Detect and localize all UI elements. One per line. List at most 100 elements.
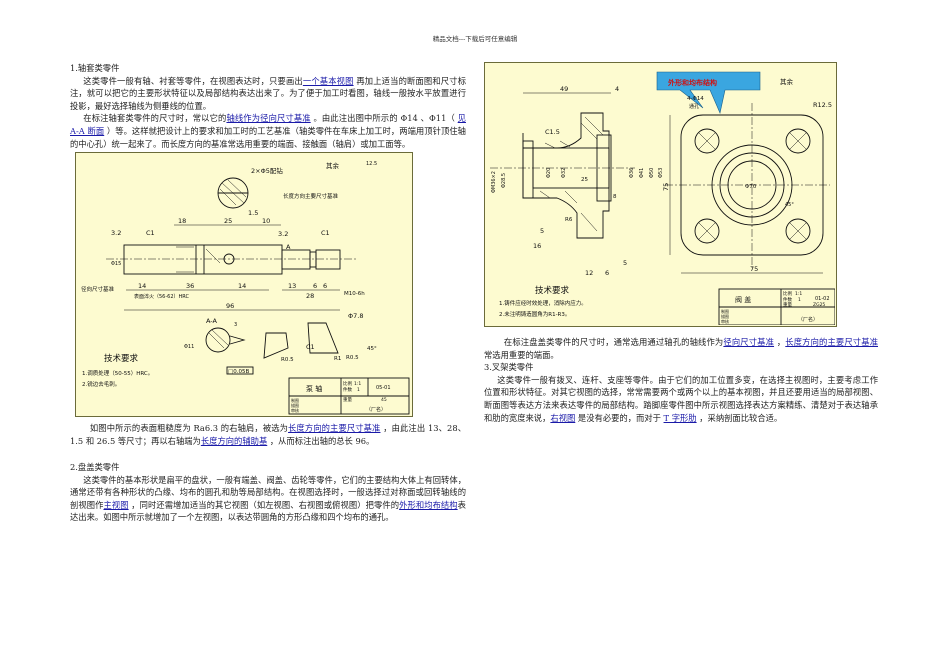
- dim: C1: [146, 229, 155, 237]
- page-header: 精品文档---下载后可任意编辑: [432, 35, 518, 43]
- dim: 75: [750, 265, 758, 273]
- link-t-rib[interactable]: T 字形肋: [664, 413, 697, 423]
- dim: Φ50: [649, 168, 655, 178]
- tb-value: 1:1: [795, 291, 802, 297]
- pump-shaft-drawing: 其余 12.5 2×Φ5配钻 长度方向主要尺寸基准 径向尺寸基准 18 25 1…: [75, 152, 413, 417]
- harden-note: 表面淬火（56-62）HRC: [134, 293, 190, 300]
- text: 。由此注出图中所示的 Φ14 、Φ11（: [310, 113, 458, 124]
- link-length-aux-datum[interactable]: 长度方向的辅助基: [201, 436, 267, 446]
- dim: R6: [565, 217, 573, 223]
- link-axis-radial-datum[interactable]: 轴线作为径向尺寸基准: [226, 113, 310, 123]
- tb-value: 45: [381, 397, 387, 403]
- dim: 25: [224, 217, 232, 225]
- dim: Φ7.8: [348, 312, 363, 320]
- dim: 10: [262, 217, 270, 225]
- dim: 6: [323, 282, 327, 290]
- tech-req-item: 1.调质处理（50-55）HRC。: [82, 369, 153, 377]
- holes-note: 4-Φ14: [687, 96, 704, 102]
- dim: 12: [585, 269, 593, 277]
- text: 如图中所示的表面粗糙度为 Ra6.3 的右轴肩，被选为: [89, 423, 289, 433]
- dim: C1.5: [545, 128, 560, 136]
- dim: C1: [306, 343, 315, 351]
- dim: 25: [581, 177, 588, 183]
- text: 这类零件一般有轴、衬套等零件，在视图表达时，只要画出: [83, 75, 303, 86]
- paragraph: 这类零件一般有轴、衬套等零件，在视图表达时，只要画出一个基本视图 再加上适当的断…: [70, 75, 466, 113]
- paragraph: 在标注盘盖类零件的尺寸时，通常选用通过轴孔的轴线作为径向尺寸基准 ，长度方向的主…: [484, 336, 878, 361]
- dim: 49: [560, 85, 568, 93]
- holes-note-2: 通孔: [689, 103, 699, 110]
- length-datum-label: 长度方向主要尺寸基准: [283, 192, 339, 200]
- roughness-main: 12.5: [366, 161, 377, 167]
- link-main-view[interactable]: 主视图: [103, 500, 128, 510]
- tech-req-title: 技术要求: [104, 353, 139, 364]
- link-length-main-datum[interactable]: 长度方向的主要尺寸基准: [288, 423, 380, 433]
- link-radial-datum[interactable]: 径向尺寸基准: [723, 337, 774, 347]
- dim: 45°: [367, 346, 377, 352]
- dim: R0.5: [346, 355, 359, 361]
- dim: ΦM36×2: [491, 171, 497, 193]
- dim: Φ20: [546, 168, 552, 178]
- text: 是没有必要的，而对于: [575, 412, 664, 423]
- dim: 3: [234, 322, 237, 328]
- dim: 13: [288, 282, 296, 290]
- dim: 36: [186, 282, 194, 290]
- dim: M10-6h: [344, 291, 365, 297]
- dim: 18: [178, 217, 186, 225]
- dim: Φ32: [561, 168, 567, 178]
- callout-text: 外形和均布结构: [668, 78, 717, 87]
- tb-value: 1: [357, 387, 360, 393]
- surface-note: 其余: [326, 161, 340, 170]
- dim: Φ53: [658, 168, 664, 178]
- paragraph: 这类零件一般有拨叉、连杆、支座等零件。由于它们的加工位置多变，在选择主视图时，主…: [484, 374, 878, 424]
- section-2-title: 2.盘盖类零件: [70, 462, 120, 472]
- tb-value: 1:1: [354, 381, 361, 387]
- text: 在标注轴套类零件的尺寸时，常以它的: [83, 113, 227, 124]
- text: ，采纳剖面比较合适。: [696, 412, 783, 423]
- dim: Φ41: [639, 168, 645, 178]
- dim: A-A: [206, 317, 218, 325]
- dim: 4: [615, 85, 619, 93]
- dim: Φ28.5: [501, 173, 507, 188]
- dim: 3.2: [278, 230, 288, 238]
- dim: 16: [533, 242, 541, 250]
- dim: C1: [321, 229, 330, 237]
- tb-label: 件数: [343, 386, 352, 393]
- paragraph: 这类零件的基本形状是扁平的盘状，一般有端盖、阀盖、齿轮等零件，它们的主要结构大体…: [70, 474, 466, 524]
- link-right-view[interactable]: 右视图: [550, 413, 575, 423]
- tb-label: 件数: [783, 296, 792, 303]
- tb-code: 05-01: [376, 385, 391, 391]
- link-basic-view[interactable]: 一个基本视图: [303, 76, 354, 86]
- title-block-name: 阀 盖: [735, 295, 751, 304]
- tech-req-item: 2.未注明铸造圆角为R1-R3。: [499, 310, 570, 318]
- text: ）等。这样就把设计上的要求和加工时的工艺基准（轴类零件在车床上加工时，两端用顶针…: [70, 125, 466, 149]
- dim: 14: [238, 282, 246, 290]
- valve-cover-drawing: 外形和均布结构 其余 4-Φ14 通孔 49 4 C1.5 ΦM36×2 Φ28…: [484, 62, 837, 327]
- section-1-intro: 1.轴套类零件 这类零件一般有轴、衬套等零件，在视图表达时，只要画出一个基本视图…: [70, 62, 466, 150]
- dim: 3.2: [111, 229, 121, 237]
- tech-req-title: 技术要求: [535, 285, 570, 296]
- dim: Φ70: [745, 184, 757, 190]
- text: ，从而标注出轴的总长 96。: [267, 435, 375, 446]
- tb-label: 比例: [343, 380, 352, 387]
- dim: R12.5: [813, 101, 832, 109]
- link-length-main-datum-2[interactable]: 长度方向的主要尺寸基准: [785, 337, 878, 347]
- tech-req-item: 1.铸件应经时效处理，消除内应力。: [499, 299, 587, 307]
- dim: 28: [306, 292, 314, 300]
- section-2: 2.盘盖类零件 这类零件的基本形状是扁平的盘状，一般有端盖、阀盖、齿轮等零件，它…: [70, 461, 466, 524]
- text: ，同时还需增加适当的其它视图（如左视图、右视图或俯视图）把零件的: [128, 499, 400, 510]
- tb-factory: （厂名）: [366, 406, 386, 413]
- section-2-continued: 在标注盘盖类零件的尺寸时，通常选用通过轴孔的轴线作为径向尺寸基准 ，长度方向的主…: [484, 336, 878, 424]
- section-1-continued: 如图中所示的表面粗糙度为 Ra6.3 的右轴肩，被选为长度方向的主要尺寸基准 ，…: [70, 422, 466, 447]
- dim: 45°: [785, 202, 794, 208]
- tb-row: 审核: [291, 407, 299, 413]
- text: ，: [774, 337, 786, 347]
- dim: R1: [334, 356, 341, 362]
- paragraph: 如图中所示的表面粗糙度为 Ra6.3 的右轴肩，被选为长度方向的主要尺寸基准 ，…: [70, 422, 466, 447]
- tb-value: 1: [798, 297, 801, 303]
- link-outer-shape[interactable]: 外形和均布结构: [399, 500, 458, 510]
- section-1-title: 1.轴套类零件: [70, 63, 120, 73]
- dim: 75: [662, 183, 670, 191]
- title-block-name: 泵 轴: [306, 384, 322, 393]
- dim: 6: [313, 282, 317, 290]
- tb-factory: （厂名）: [798, 316, 818, 323]
